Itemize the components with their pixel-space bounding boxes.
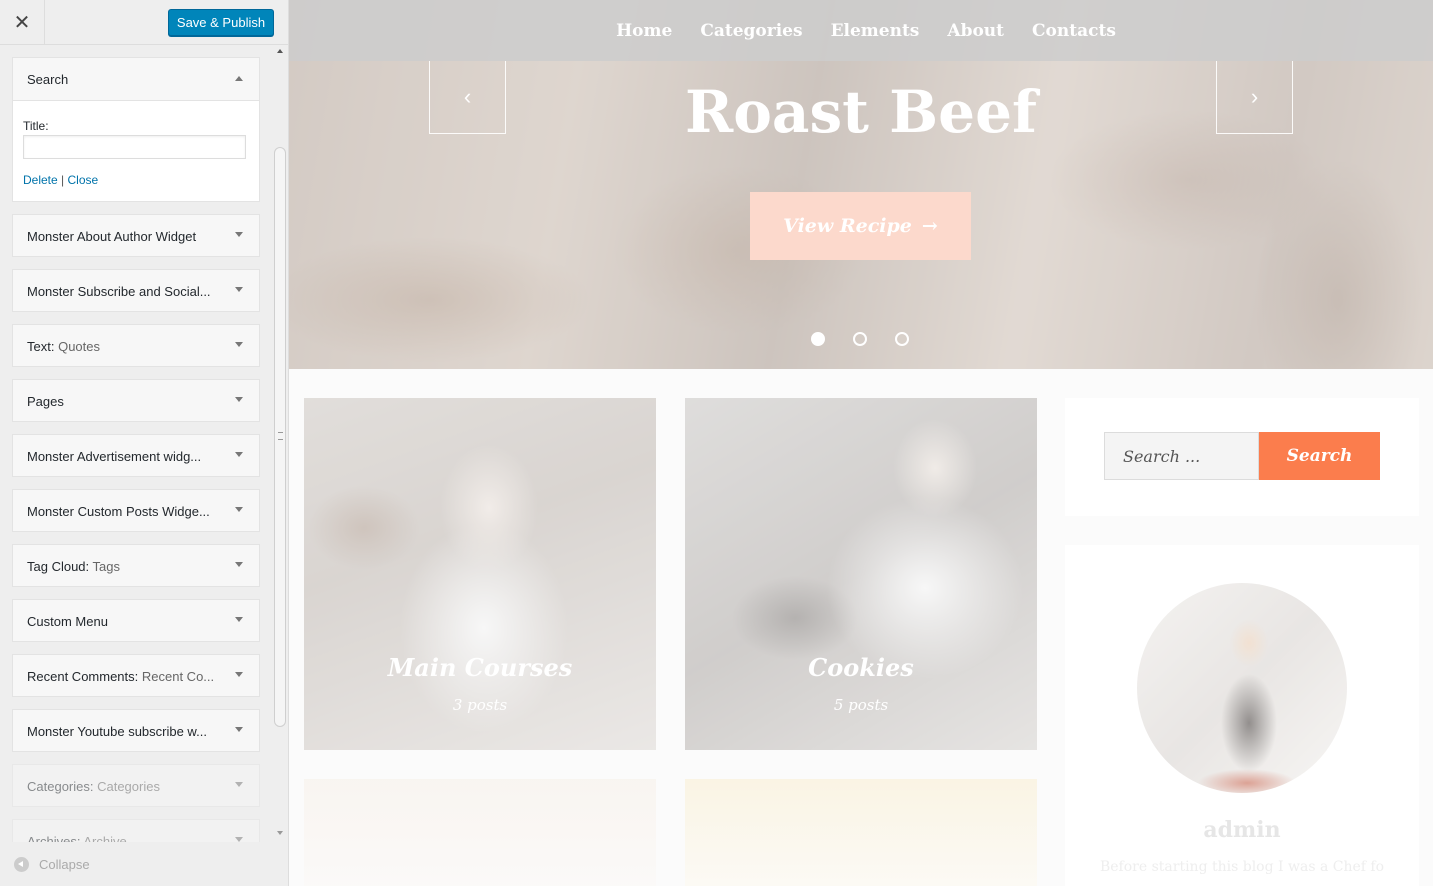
chevron-down-icon[interactable] — [235, 617, 243, 622]
chevron-down-icon[interactable] — [235, 397, 243, 402]
save-publish-button[interactable]: Save & Publish — [168, 9, 274, 36]
widget-item[interactable]: Monster Subscribe and Social... — [12, 269, 260, 312]
avatar — [1137, 583, 1347, 793]
chevron-down-icon[interactable] — [235, 452, 243, 457]
widget-title: Text: Quotes — [27, 339, 100, 354]
widget-title: Monster Custom Posts Widge... — [27, 504, 210, 519]
chevron-down-icon[interactable] — [235, 727, 243, 732]
chevron-down-icon[interactable] — [235, 672, 243, 677]
arrow-right-icon: → — [921, 215, 938, 237]
customizer-header: ✕ Save & Publish — [0, 0, 288, 45]
category-card-main-courses[interactable]: Main Courses 3 posts — [304, 398, 656, 750]
nav-categories[interactable]: Categories — [700, 21, 802, 41]
category-title: Main Courses — [387, 653, 573, 682]
widget-item[interactable]: Monster Custom Posts Widge... — [12, 489, 260, 532]
widget-title: Monster Advertisement widg... — [27, 449, 202, 464]
widget-title: Monster About Author Widget — [27, 229, 197, 244]
widget-title: Categories: Categories — [27, 779, 160, 794]
scroll-up-icon[interactable] — [277, 49, 283, 53]
scroll-down-icon[interactable] — [277, 831, 283, 835]
nav-contacts[interactable]: Contacts — [1032, 21, 1116, 41]
chevron-down-icon[interactable] — [235, 232, 243, 237]
slider-dots — [811, 332, 909, 346]
sidebar-scrollbar[interactable] — [272, 45, 288, 842]
widget-list: Search Title: Delete | Close Monster Abo… — [12, 57, 260, 874]
close-link[interactable]: Close — [68, 173, 99, 187]
widget-item[interactable]: Text: Quotes — [12, 324, 260, 367]
separator: | — [61, 173, 65, 187]
chevron-down-icon[interactable] — [235, 287, 243, 292]
chevron-down-icon[interactable] — [235, 562, 243, 567]
nav-elements[interactable]: Elements — [831, 21, 920, 41]
widget-title: Monster Subscribe and Social... — [27, 284, 211, 299]
customizer-sidebar: ✕ Save & Publish Search Title: Delete | … — [0, 0, 289, 886]
title-field-label: Title: — [23, 119, 49, 133]
slider-dot[interactable] — [811, 332, 825, 346]
widget-search: Search Title: Delete | Close — [12, 57, 260, 202]
category-count: 3 posts — [452, 696, 508, 714]
widget-title: Search — [27, 72, 69, 87]
title-field[interactable] — [23, 135, 246, 159]
widget-title: Monster Youtube subscribe w... — [27, 724, 207, 739]
site-preview: Home Categories Elements About Contacts … — [289, 0, 1433, 886]
collapse-button[interactable]: Collapse — [0, 842, 288, 886]
widget-item[interactable]: Recent Comments: Recent Co... — [12, 654, 260, 697]
collapse-label: Collapse — [39, 856, 90, 872]
scroll-thumb[interactable] — [274, 147, 286, 727]
hero-slider: Home Categories Elements About Contacts … — [289, 0, 1433, 369]
view-recipe-button[interactable]: View Recipe → — [750, 192, 971, 260]
widget-item[interactable]: Custom Menu — [12, 599, 260, 642]
search-input[interactable]: Search ... — [1104, 432, 1259, 480]
search-button[interactable]: Search — [1259, 432, 1380, 480]
nav-home[interactable]: Home — [616, 21, 672, 41]
category-title: Cookies — [808, 653, 914, 682]
category-card[interactable] — [304, 779, 656, 886]
chevron-down-icon[interactable] — [235, 342, 243, 347]
chevron-down-icon[interactable] — [235, 507, 243, 512]
author-name: admin — [1203, 817, 1281, 843]
category-count: 5 posts — [833, 696, 889, 714]
widget-title: Custom Menu — [27, 614, 108, 629]
chevron-up-icon[interactable] — [235, 76, 243, 81]
about-author-widget: admin Before starting this blog I was a … — [1065, 545, 1419, 886]
nav-about[interactable]: About — [947, 21, 1004, 41]
widget-item[interactable]: Monster Advertisement widg... — [12, 434, 260, 477]
widget-item[interactable]: Monster About Author Widget — [12, 214, 260, 257]
close-icon[interactable]: ✕ — [0, 0, 45, 45]
hero-title: Roast Beef — [685, 78, 1037, 146]
chevron-down-icon[interactable] — [235, 782, 243, 787]
widget-title: Recent Comments: Recent Co... — [27, 669, 215, 684]
widget-item[interactable]: Categories: Categories — [12, 764, 260, 807]
widget-search-header[interactable]: Search — [13, 58, 259, 101]
view-recipe-label: View Recipe — [783, 215, 912, 237]
widget-item[interactable]: Pages — [12, 379, 260, 422]
category-card[interactable] — [685, 779, 1037, 886]
widget-item[interactable]: Tag Cloud: Tags — [12, 544, 260, 587]
collapse-icon — [14, 856, 29, 872]
widget-title: Pages — [27, 394, 64, 409]
widget-actions: Delete | Close — [23, 173, 98, 187]
author-bio: Before starting this blog I was a Chef f… — [1099, 859, 1385, 875]
delete-link[interactable]: Delete — [23, 173, 58, 187]
grip-icon — [278, 432, 283, 440]
widget-title: Tag Cloud: Tags — [27, 559, 120, 574]
top-navigation: Home Categories Elements About Contacts — [289, 0, 1433, 61]
category-card-cookies[interactable]: Cookies 5 posts — [685, 398, 1037, 750]
widget-item[interactable]: Monster Youtube subscribe w... — [12, 709, 260, 752]
slider-dot[interactable] — [853, 332, 867, 346]
search-widget: Search ... Search — [1065, 398, 1419, 516]
slider-dot[interactable] — [895, 332, 909, 346]
